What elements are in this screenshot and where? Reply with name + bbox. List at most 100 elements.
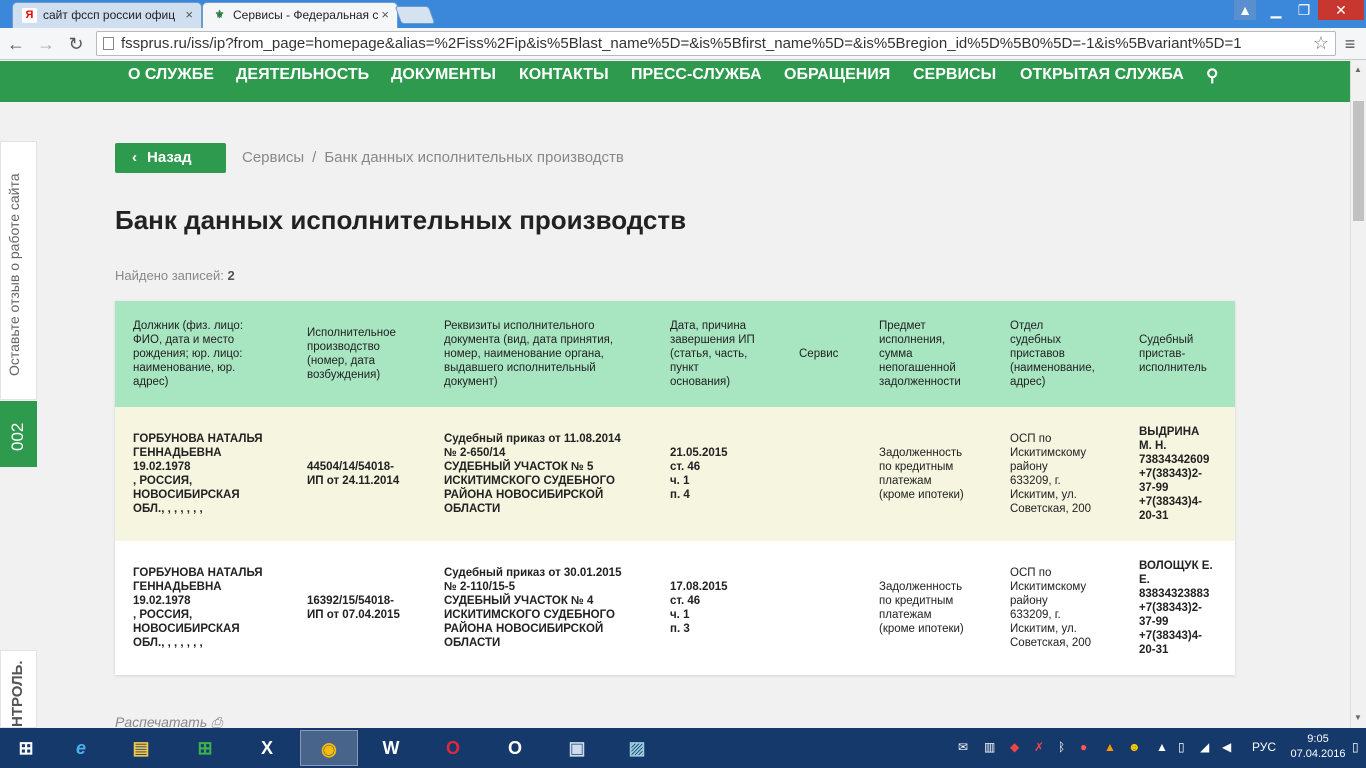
chrome-icon[interactable]: ◉ [300, 730, 358, 766]
cell-department: ОСП по Искитимскому району 633209, г. Ис… [1010, 433, 1092, 515]
feedback-label: Оставьте отзыв о работе сайта [6, 173, 22, 376]
url-text: fssprus.ru/iss/ip?from_page=homepage&ali… [121, 35, 1242, 52]
tray-ccleaner-icon[interactable]: ● [1080, 740, 1087, 754]
ie-icon[interactable]: e [52, 730, 110, 766]
breadcrumb-current: Банк данных исполнительных производств [324, 149, 624, 166]
nav-documents[interactable]: ДОКУМЕНТЫ [391, 66, 496, 84]
url-input[interactable]: fssprus.ru/iss/ip?from_page=homepage&ali… [96, 31, 1336, 56]
word-icon[interactable]: W [362, 730, 420, 766]
nav-about[interactable]: О СЛУЖБЕ [128, 66, 214, 84]
opera-icon[interactable]: O [424, 730, 482, 766]
cell-department: ОСП по Искитимскому району 633209, г. Ис… [1010, 567, 1092, 649]
excel-icon[interactable]: X [238, 730, 296, 766]
page-scrollbar[interactable]: ▲ ▼ [1350, 61, 1366, 728]
cell-debtor: ГОРБУНОВА НАТАЛЬЯ ГЕННАДЬЕВНА 19.02.1978… [133, 567, 263, 649]
header-debtor: Должник (физ. лицо: ФИО, дата и место ро… [133, 320, 244, 388]
close-tab-icon[interactable]: × [185, 3, 193, 27]
table-row: ГОРБУНОВА НАТАЛЬЯ ГЕННАДЬЕВНА 19.02.1978… [115, 541, 1235, 675]
cell-document: Судебный приказ от 30.01.2015 № 2-110/15… [444, 567, 622, 649]
back-label: Назад [147, 149, 192, 166]
back-arrow-icon[interactable]: ← [4, 32, 28, 56]
breadcrumb: Сервисы / Банк данных исполнительных произ… [242, 149, 624, 166]
notifications-icon[interactable]: ▯ [1352, 740, 1359, 754]
header-department: Отдел судебных приставов (наименование, … [1010, 320, 1095, 388]
page-icon [103, 37, 114, 50]
breadcrumb-services[interactable]: Сервисы [242, 149, 304, 166]
back-button[interactable]: ‹ Назад [115, 143, 226, 173]
cell-bailiff: ВОЛОЩУК Е. Е. 83834323883 +7(38343)2- 37… [1139, 560, 1213, 656]
cell-bailiff: ВЫДРИНА М. Н. 73834342609 +7(38343)2- 37… [1139, 426, 1210, 522]
found-count: 2 [227, 268, 235, 283]
address-bar: ← → ↻ fssprus.ru/iss/ip?from_page=homepa… [0, 28, 1366, 60]
forward-arrow-icon[interactable]: → [34, 32, 58, 56]
cell-subject: Задолженность по кредитным платежам (кро… [879, 581, 964, 635]
clock[interactable]: 9:05 07.04.2016 [1288, 732, 1348, 762]
nav-appeals[interactable]: ОБРАЩЕНИЯ [784, 66, 890, 84]
control-label: НТРОЛЬ. [9, 660, 26, 727]
store-icon[interactable]: ⊞ [176, 730, 234, 766]
cell-subject: Задолженность по кредитным платежам (кро… [879, 447, 964, 501]
language-indicator[interactable]: РУС [1252, 740, 1276, 754]
maximize-button[interactable]: ❐ [1290, 0, 1318, 20]
tab-label: Сервисы - Федеральная с [233, 8, 379, 22]
tray-outlook-icon[interactable]: ✉ [958, 740, 968, 754]
tray-bluetooth-icon[interactable]: ᛒ [1058, 740, 1065, 754]
minimize-button[interactable]: ▁ [1262, 0, 1290, 20]
browser-tab-bar: Я сайт фссп россии офиц × ⚜ Сервисы - Фе… [0, 0, 1366, 28]
outlook-icon[interactable]: O [486, 730, 544, 766]
tray-volume-icon[interactable]: ◀ [1222, 740, 1231, 754]
close-window-button[interactable]: ✕ [1318, 0, 1364, 20]
menu-icon[interactable]: ≡ [1340, 32, 1360, 56]
nav-services[interactable]: СЕРВИСЫ [913, 66, 996, 84]
cell-end: 17.08.2015 ст. 46 ч. 1 п. 3 [670, 581, 728, 635]
tab-fssp[interactable]: ⚜ Сервисы - Федеральная с × [202, 2, 398, 28]
nav-activity[interactable]: ДЕЯТЕЛЬНОСТЬ [236, 66, 369, 84]
remote-desktop-icon[interactable]: ▣ [548, 730, 606, 766]
visit-counter[interactable]: 002 [0, 401, 37, 467]
tray-pdf-tool-icon[interactable]: ✗ [1034, 740, 1044, 754]
new-tab-button[interactable] [394, 6, 436, 24]
header-bailiff: Судебный пристав- исполнитель [1139, 334, 1207, 374]
explorer-icon[interactable]: ▤ [112, 730, 170, 766]
clock-time: 9:05 [1307, 733, 1329, 745]
control-tab[interactable]: НТРОЛЬ. [0, 650, 37, 728]
header-service: Сервис [799, 348, 839, 360]
tray-wifi-icon[interactable]: ◢ [1200, 740, 1209, 754]
tab-label: сайт фссп россии офиц [43, 8, 176, 22]
scroll-down-icon[interactable]: ▼ [1354, 713, 1362, 722]
tray-app-icon[interactable]: ☻ [1128, 740, 1141, 754]
tray-antivirus-icon[interactable]: ▲ [1104, 740, 1116, 754]
header-end: Дата, причина завершения ИП (статья, час… [670, 320, 755, 388]
user-icon[interactable]: ▲ [1234, 0, 1256, 20]
counter-value: 002 [8, 422, 27, 451]
found-label: Найдено записей: [115, 268, 224, 283]
tray-expand-icon[interactable]: ▲ [1156, 740, 1168, 754]
results-table: Должник (физ. лицо: ФИО, дата и место ро… [115, 301, 1235, 675]
start-button[interactable]: ⊞ [0, 730, 52, 766]
tab-yandex[interactable]: Я сайт фссп россии офиц × [12, 2, 202, 28]
photos-icon[interactable]: ▨ [608, 730, 666, 766]
breadcrumb-separator: / [312, 149, 317, 166]
cell-document: Судебный приказ от 11.08.2014 № 2-650/14… [444, 433, 621, 515]
nav-contacts[interactable]: КОНТАКТЫ [519, 66, 609, 84]
cell-proceeding: 16392/15/54018- ИП от 07.04.2015 [307, 595, 400, 621]
site-nav: О СЛУЖБЕ ДЕЯТЕЛЬНОСТЬ ДОКУМЕНТЫ КОНТАКТЫ… [0, 61, 1350, 102]
reload-icon[interactable]: ↻ [64, 32, 88, 56]
scroll-thumb[interactable] [1353, 101, 1364, 221]
tray-pdf-icon[interactable]: ◆ [1010, 740, 1019, 754]
nav-open-service[interactable]: ОТКРЫТАЯ СЛУЖБА [1020, 66, 1184, 84]
table-row: ГОРБУНОВА НАТАЛЬЯ ГЕННАДЬЕВНА 19.02.1978… [115, 407, 1235, 541]
header-proceeding: Исполнительное производство (номер, дата… [307, 327, 396, 381]
header-document: Реквизиты исполнительного документа (вид… [444, 320, 614, 388]
tray-network-manager-icon[interactable]: ▥ [984, 740, 995, 754]
nav-press[interactable]: ПРЕСС-СЛУЖБА [631, 66, 762, 84]
search-icon[interactable]: ⚲ [1206, 66, 1218, 86]
taskbar: ⊞ e ▤ ⊞ X ◉ W O O ▣ ▨ ✉ ▥ ◆ ✗ ᛒ ● ▲ ☻ ▲ … [0, 728, 1366, 768]
scroll-up-icon[interactable]: ▲ [1354, 65, 1362, 74]
tray-battery-icon[interactable]: ▯ [1178, 740, 1185, 754]
feedback-tab[interactable]: Оставьте отзыв о работе сайта [0, 141, 37, 400]
table-header: Должник (физ. лицо: ФИО, дата и место ро… [115, 301, 1235, 407]
header-subject: Предмет исполнения, сумма непогашенной з… [879, 320, 961, 388]
close-tab-icon[interactable]: × [381, 3, 389, 27]
bookmark-star-icon[interactable]: ☆ [1313, 32, 1329, 55]
